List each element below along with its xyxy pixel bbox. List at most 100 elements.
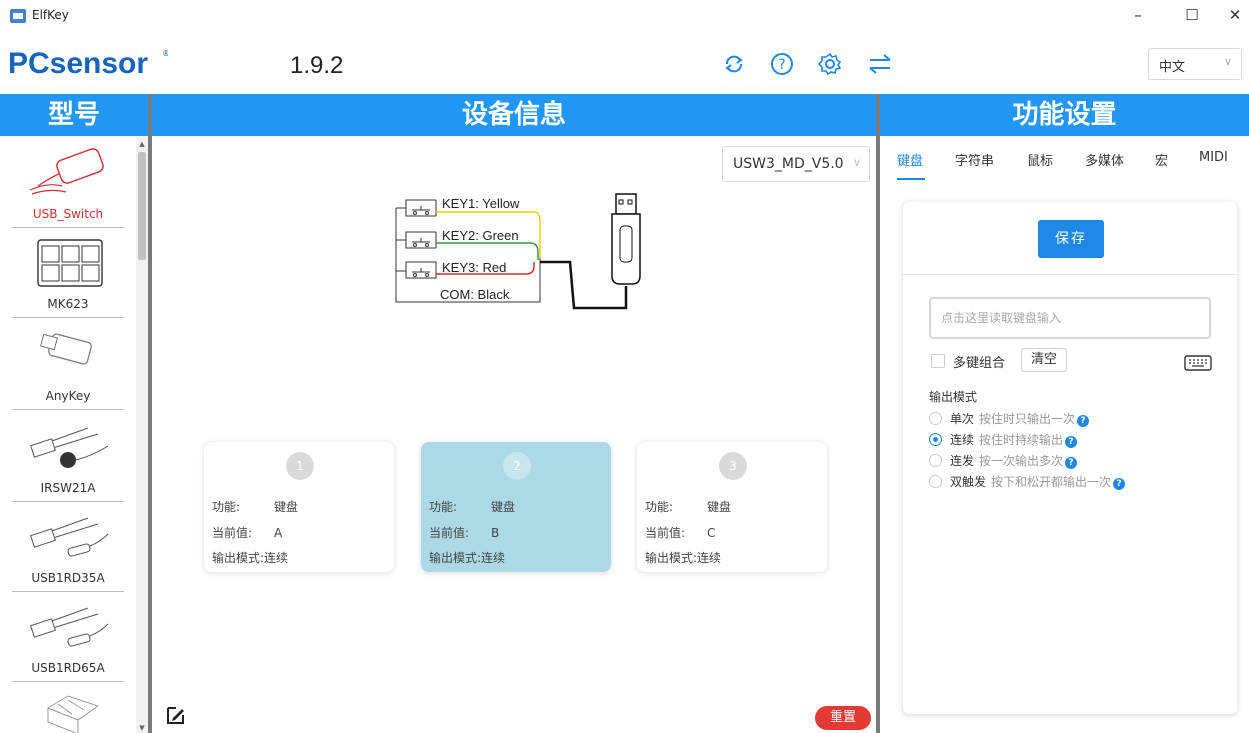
model-item-usb-switch[interactable]: USB_Switch — [12, 136, 124, 228]
help-icon[interactable]: ? — [1065, 436, 1078, 448]
maximize-button[interactable]: ☐ — [1182, 6, 1202, 24]
language-select[interactable]: 中文 ∨ — [1148, 48, 1242, 80]
key-mode-row: 输出模式:连续 — [429, 551, 506, 565]
minimize-button[interactable]: – — [1128, 6, 1148, 24]
key-number-badge: 1 — [286, 452, 314, 480]
key-mode-row: 输出模式:连续 — [645, 551, 722, 565]
combo-label: 多键组合 — [953, 356, 1006, 371]
key-value-row: 当前值: A — [212, 526, 283, 540]
keypad-icon — [37, 239, 103, 287]
model-list: USB_Switch MK623 AnyKey IRSW21A USB1RD35… — [0, 136, 136, 733]
settings-icon[interactable] — [816, 50, 844, 78]
models-header: 型号 — [0, 94, 148, 136]
reset-button[interactable]: 重置 — [815, 706, 871, 730]
radio-button-selected[interactable] — [929, 433, 942, 446]
key-func-row: 功能: 键盘 — [645, 500, 732, 514]
wiring-diagram: KEY1: Yellow KEY2: Green KEY3: Red COM: … — [395, 193, 641, 310]
key-value-row: 当前值: B — [429, 526, 500, 540]
output-mode-title: 输出模式 — [929, 390, 978, 404]
settings-header: 功能设置 — [880, 94, 1249, 136]
key-card-2[interactable]: 2 功能: 键盘 当前值: B 输出模式:连续 — [421, 442, 611, 572]
model-label: USB_Switch — [32, 207, 104, 221]
scroll-down-icon[interactable]: ▼ — [137, 724, 147, 732]
tab-keyboard[interactable]: 键盘 — [897, 150, 923, 169]
radio-button[interactable] — [929, 412, 942, 425]
model-label: USB1RD65A — [31, 661, 105, 675]
tab-mouse[interactable]: 鼠标 — [1027, 150, 1053, 169]
chevron-down-icon: ∨ — [852, 156, 861, 169]
keyboard-model-icon — [46, 695, 100, 733]
window-title: ElfKey — [32, 8, 69, 22]
key-value-row: 当前值: C — [645, 526, 716, 540]
left-divider — [148, 94, 152, 733]
tab-string[interactable]: 字符串 — [955, 150, 994, 169]
app-icon — [10, 9, 26, 23]
title-bar: ElfKey – ☐ ✕ — [0, 0, 1249, 34]
switch-key2 — [405, 231, 437, 249]
chevron-down-icon: ∨ — [1223, 55, 1232, 68]
refresh-icon[interactable] — [720, 50, 748, 78]
switch-key3 — [405, 261, 437, 279]
mode-option-double[interactable]: 双触发 按下和松开都输出一次? — [929, 473, 1126, 490]
wire-label-key3: KEY3: Red — [442, 260, 506, 275]
logo-text: PCsensor — [8, 47, 148, 80]
keyboard-capture-input[interactable] — [929, 297, 1211, 339]
right-divider — [876, 94, 880, 733]
anykey-icon — [40, 333, 92, 365]
function-tabs: 键盘 字符串 鼠标 多媒体 宏 MIDI — [883, 136, 1249, 180]
help-icon[interactable]: ? — [1077, 415, 1090, 427]
irsw21a-icon — [30, 427, 109, 468]
model-label: AnyKey — [45, 389, 91, 403]
model-item-usb1rd35a[interactable]: USB1RD35A — [12, 502, 124, 592]
key-number-badge: 2 — [503, 452, 531, 480]
switch-key1 — [405, 199, 437, 217]
key-card-1[interactable]: 1 功能: 键盘 当前值: A 输出模式:连续 — [204, 442, 394, 572]
wire-label-com: COM: Black — [440, 287, 510, 302]
radio-button[interactable] — [929, 454, 942, 467]
model-label: USB1RD35A — [31, 571, 105, 585]
key-number-badge: 3 — [719, 452, 747, 480]
tab-multimedia[interactable]: 多媒体 — [1085, 150, 1124, 169]
scroll-up-icon[interactable]: ▲ — [137, 140, 147, 148]
model-item-partial[interactable] — [12, 682, 124, 733]
device-version-value: USW3_MD_V5.0 — [733, 156, 844, 172]
key-card-3[interactable]: 3 功能: 键盘 当前值: C 输出模式:连续 — [637, 442, 827, 572]
scrollbar-thumb[interactable] — [138, 152, 146, 260]
wire-label-key2: KEY2: Green — [442, 228, 519, 243]
key-func-row: 功能: 键盘 — [212, 500, 299, 514]
usb1rd65a-icon — [30, 607, 109, 647]
tab-midi[interactable]: MIDI — [1199, 150, 1228, 165]
edit-icon[interactable] — [165, 704, 187, 726]
model-item-anykey[interactable]: AnyKey — [12, 318, 124, 410]
close-button[interactable]: ✕ — [1225, 6, 1245, 24]
help-icon[interactable]: ? — [1065, 457, 1078, 469]
tab-macro[interactable]: 宏 — [1155, 150, 1168, 169]
pcsensor-logo: PCsensor ® — [8, 47, 168, 80]
help-icon[interactable]: ? — [1113, 478, 1126, 490]
help-icon[interactable]: ? — [768, 50, 796, 78]
panel-divider — [903, 274, 1237, 275]
combo-checkbox[interactable] — [931, 354, 945, 368]
device-version-select[interactable]: USW3_MD_V5.0 ∨ — [722, 146, 870, 182]
key-func-row: 功能: 键盘 — [429, 500, 516, 514]
keyboard-icon[interactable] — [1184, 354, 1212, 372]
mode-option-continuous[interactable]: 连续 按住时持续输出? — [929, 431, 1078, 448]
device-info-header: 设备信息 — [152, 94, 876, 136]
save-button[interactable]: 保存 — [1038, 220, 1104, 258]
clear-button[interactable]: 清空 — [1021, 348, 1067, 372]
switch-icon[interactable] — [866, 50, 894, 78]
model-label: MK623 — [47, 297, 89, 311]
model-label: IRSW21A — [40, 481, 96, 495]
usb1rd35a-icon — [30, 517, 109, 557]
active-tab-indicator — [897, 178, 925, 180]
language-value: 中文 — [1159, 60, 1186, 75]
svg-text:®: ® — [162, 49, 168, 58]
model-item-irsw21a[interactable]: IRSW21A — [12, 410, 124, 502]
mode-option-single[interactable]: 单次 按住时只输出一次? — [929, 410, 1090, 427]
model-item-usb1rd65a[interactable]: USB1RD65A — [12, 592, 124, 682]
model-item-mk623[interactable]: MK623 — [12, 228, 124, 318]
radio-button[interactable] — [929, 475, 942, 488]
mode-option-burst[interactable]: 连发 按一次输出多次? — [929, 452, 1078, 469]
wire-label-key1: KEY1: Yellow — [442, 196, 520, 211]
svg-text:?: ? — [778, 57, 785, 73]
